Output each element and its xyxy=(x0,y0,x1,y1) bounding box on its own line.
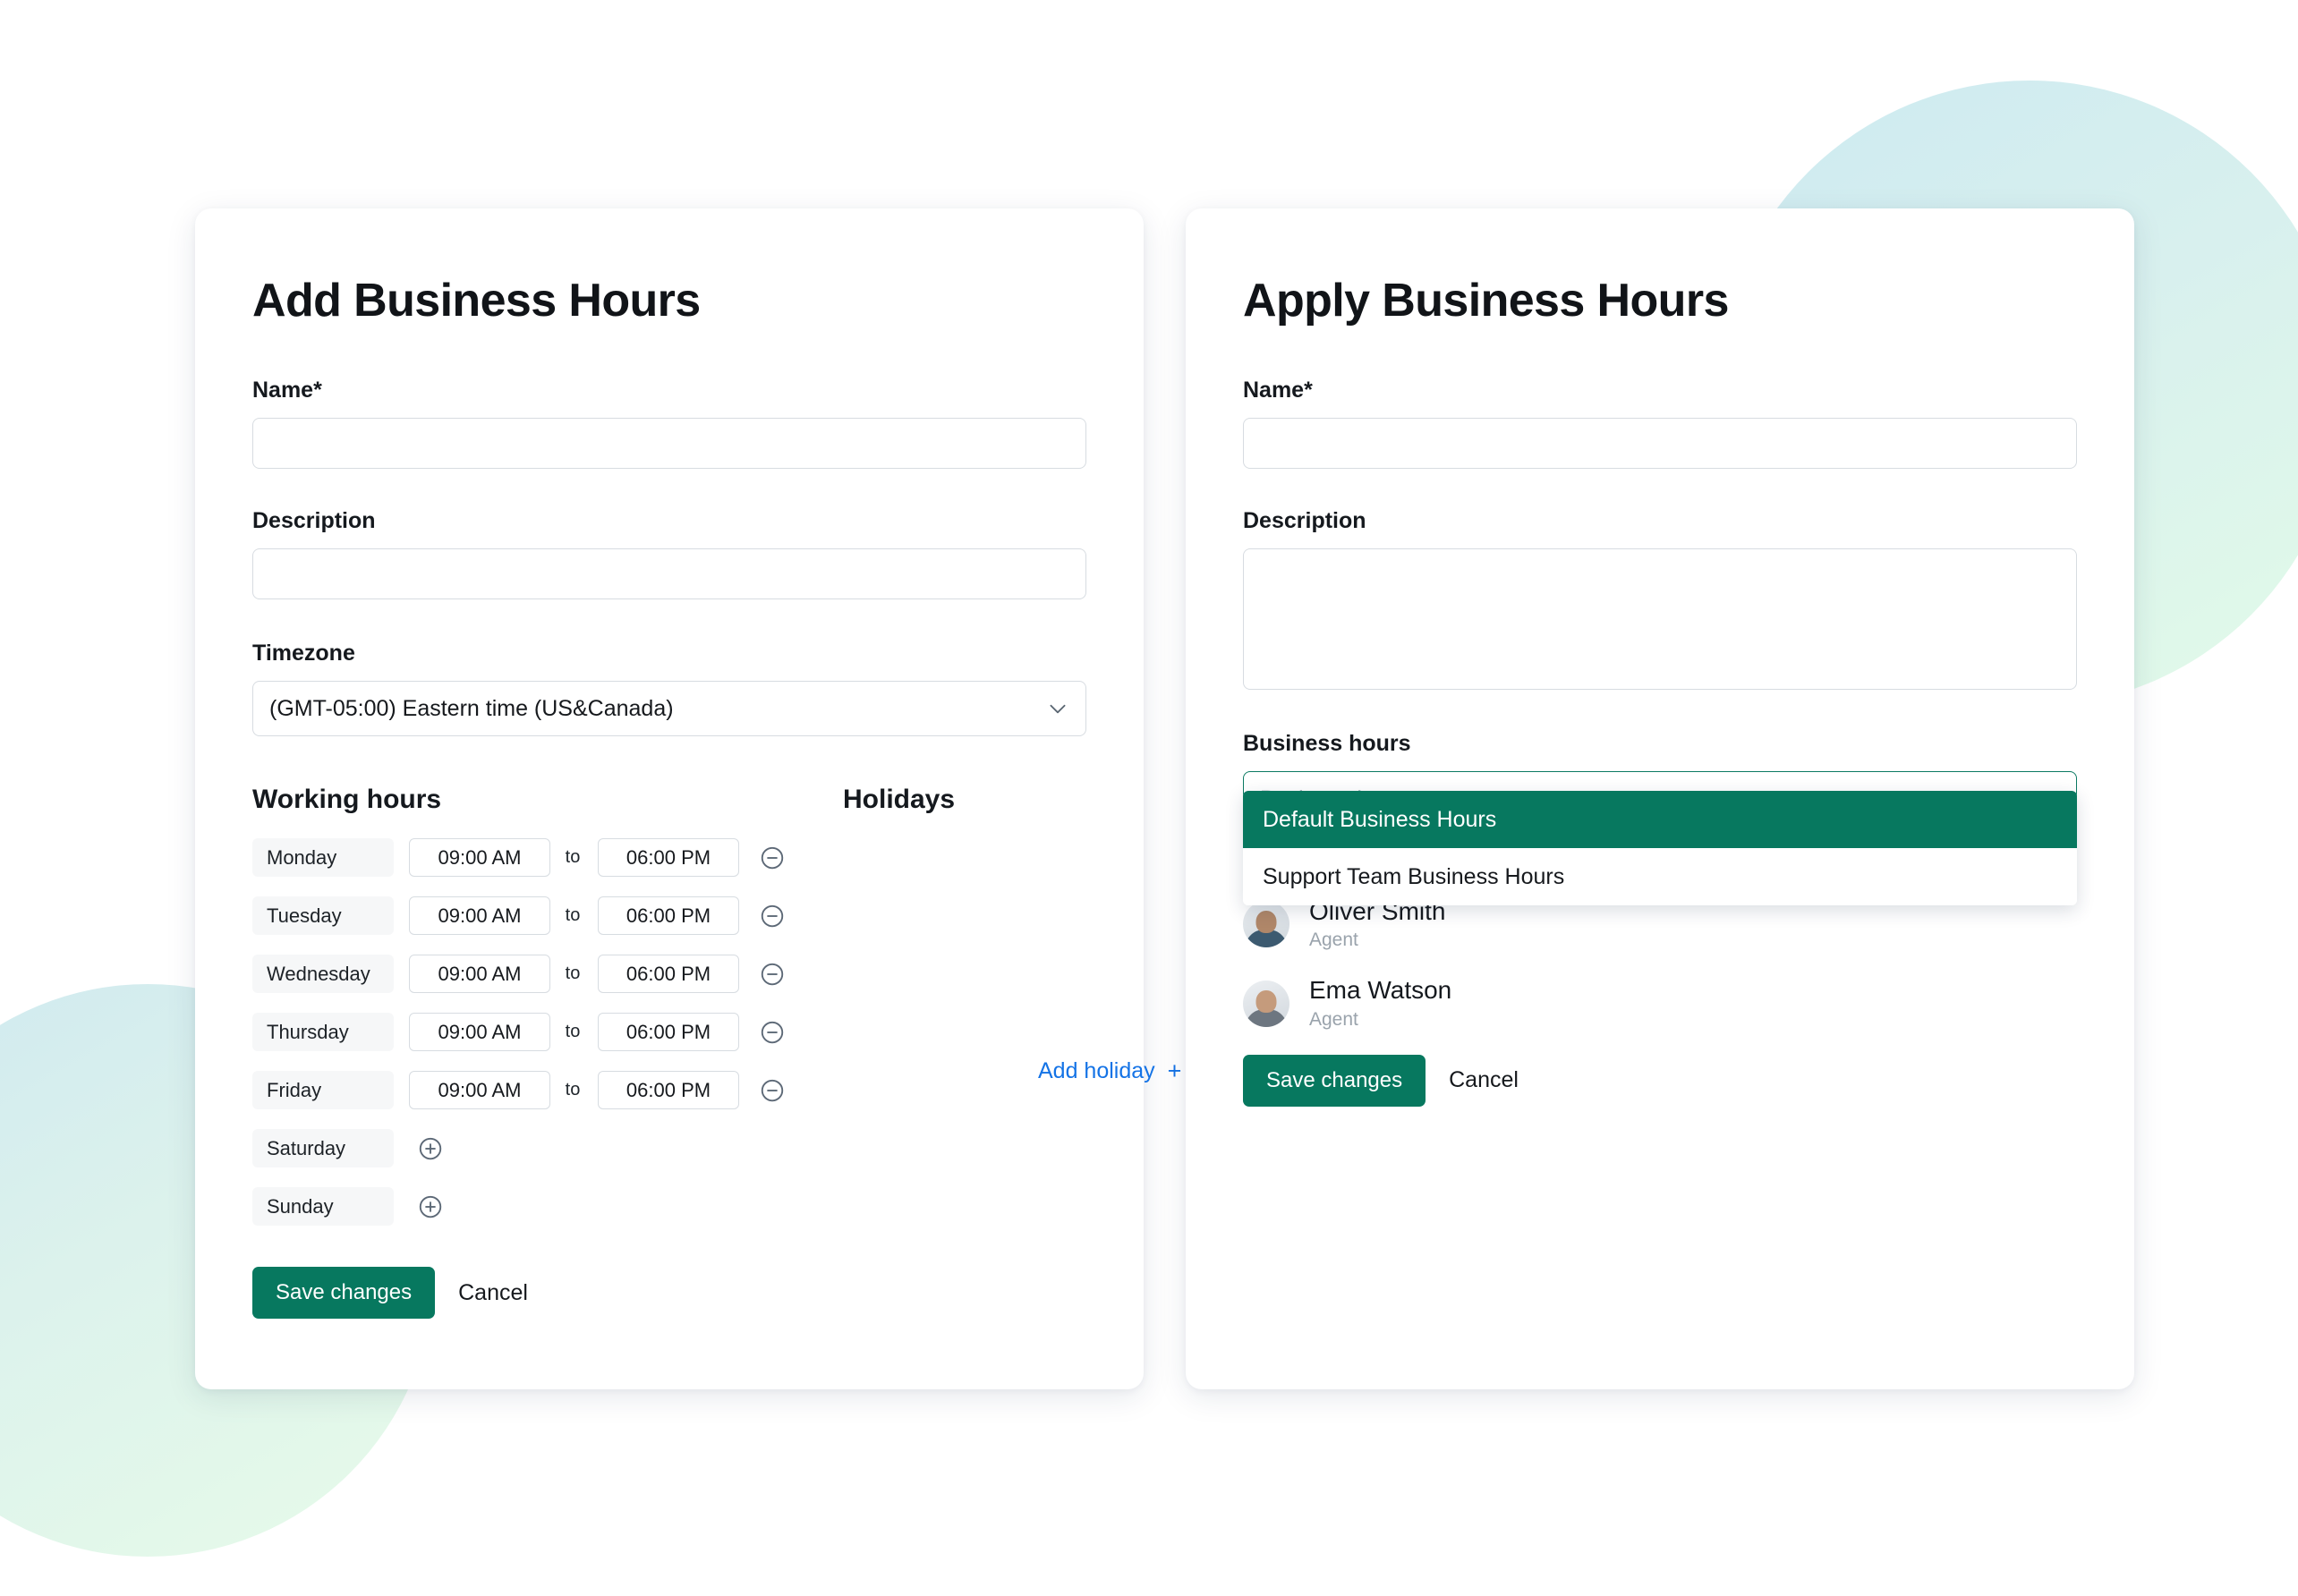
circle-plus-icon[interactable] xyxy=(417,1193,444,1220)
day-row: Sunday xyxy=(252,1187,1086,1227)
apply-name-field-group: Name* xyxy=(1243,378,2077,470)
timezone-label: Timezone xyxy=(252,641,355,666)
day-label: Friday xyxy=(252,1071,394,1110)
day-row: Wednesday 09:00 AM to 06:00 PM xyxy=(252,955,1086,994)
page-title-add: Add Business Hours xyxy=(252,275,701,327)
cancel-button[interactable]: Cancel xyxy=(451,1280,535,1306)
add-holiday-label: Add holiday xyxy=(1038,1058,1155,1083)
working-hours-day-list: Monday 09:00 AM to 06:00 PM Tuesday 09:0… xyxy=(252,838,1086,1227)
timezone-field-group: Timezone (GMT-05:00) Eastern time (US&Ca… xyxy=(252,641,1086,737)
business-hours-dropdown: Default Business Hours Support Team Busi… xyxy=(1243,791,2077,906)
day-label: Wednesday xyxy=(252,955,394,994)
business-hours-field-group: Business hours Business hours Default Bu… xyxy=(1243,731,2077,906)
avatar xyxy=(1243,901,1289,948)
circle-minus-icon[interactable] xyxy=(759,1077,786,1104)
holidays-heading: Holidays xyxy=(843,785,956,815)
page-title-apply: Apply Business Hours xyxy=(1243,275,1729,327)
end-time-input[interactable]: 06:00 PM xyxy=(598,896,739,936)
day-row: Friday 09:00 AM to 06:00 PM xyxy=(252,1071,1086,1110)
apply-name-input[interactable] xyxy=(1243,418,2077,470)
cancel-button[interactable]: Cancel xyxy=(1442,1067,1526,1093)
start-time-input[interactable]: 09:00 AM xyxy=(409,896,550,936)
day-label: Saturday xyxy=(252,1129,394,1168)
apply-description-field-group: Description xyxy=(1243,508,2077,691)
apply-card-actions: Save changes Cancel xyxy=(1243,1054,2077,1107)
business-hours-label: Business hours xyxy=(1243,731,1411,757)
add-business-hours-card: Add Business Hours Name* Description Tim… xyxy=(195,208,1181,1389)
chevron-down-icon xyxy=(1046,697,1069,720)
day-label: Thursday xyxy=(252,1013,394,1052)
circle-plus-icon[interactable] xyxy=(417,1135,444,1162)
day-row: Saturday xyxy=(252,1129,1086,1168)
circle-minus-icon[interactable] xyxy=(759,961,786,988)
name-label: Name* xyxy=(252,378,322,403)
save-button[interactable]: Save changes xyxy=(252,1267,436,1320)
time-separator: to xyxy=(565,1080,581,1100)
start-time-input[interactable]: 09:00 AM xyxy=(409,955,550,994)
list-item: Ema Watson Agent xyxy=(1243,975,2077,1031)
dropdown-option-support-team[interactable]: Support Team Business Hours xyxy=(1243,848,2077,906)
start-time-input[interactable]: 09:00 AM xyxy=(409,1013,550,1052)
save-button[interactable]: Save changes xyxy=(1243,1054,1426,1107)
end-time-input[interactable]: 06:00 PM xyxy=(598,1071,739,1110)
plus-icon: + xyxy=(1167,1057,1182,1084)
avatar xyxy=(1243,980,1289,1027)
time-separator: to xyxy=(565,905,581,926)
circle-minus-icon[interactable] xyxy=(759,845,786,871)
agent-list: Oliver Smith Agent Ema Watson Agent xyxy=(1243,896,2077,1031)
working-hours-header-row: Working hours Holidays xyxy=(252,785,1086,815)
start-time-input[interactable]: 09:00 AM xyxy=(409,1071,550,1110)
apply-name-label: Name* xyxy=(1243,378,1313,403)
day-label: Monday xyxy=(252,838,394,878)
apply-description-textarea[interactable] xyxy=(1243,548,2077,691)
time-separator: to xyxy=(565,964,581,984)
apply-business-hours-card: Apply Business Hours Name* Description B… xyxy=(1186,208,2134,1389)
add-holiday-link[interactable]: Add holiday + xyxy=(1038,1058,1181,1084)
description-field-group: Description xyxy=(252,508,1086,600)
circle-minus-icon[interactable] xyxy=(759,1019,786,1046)
dropdown-option-default[interactable]: Default Business Hours xyxy=(1243,791,2077,849)
apply-description-label: Description xyxy=(1243,508,1366,534)
day-label: Tuesday xyxy=(252,896,394,936)
timezone-select[interactable]: (GMT-05:00) Eastern time (US&Canada) xyxy=(252,681,1086,737)
day-row: Thursday 09:00 AM to 06:00 PM xyxy=(252,1013,1086,1052)
end-time-input[interactable]: 06:00 PM xyxy=(598,838,739,878)
working-hours-heading: Working hours xyxy=(252,785,442,815)
agent-role: Agent xyxy=(1309,930,1358,951)
timezone-selected-value: (GMT-05:00) Eastern time (US&Canada) xyxy=(269,695,674,721)
end-time-input[interactable]: 06:00 PM xyxy=(598,955,739,994)
circle-minus-icon[interactable] xyxy=(759,903,786,930)
description-label: Description xyxy=(252,508,376,534)
time-separator: to xyxy=(565,1022,581,1042)
day-row: Monday 09:00 AM to 06:00 PM xyxy=(252,838,1086,878)
day-row: Tuesday 09:00 AM to 06:00 PM xyxy=(252,896,1086,936)
agent-name: Ema Watson xyxy=(1309,976,1452,1005)
time-separator: to xyxy=(565,847,581,868)
name-input[interactable] xyxy=(252,418,1086,470)
description-input[interactable] xyxy=(252,548,1086,600)
end-time-input[interactable]: 06:00 PM xyxy=(598,1013,739,1052)
add-card-actions: Save changes Cancel xyxy=(252,1267,1086,1320)
day-label: Sunday xyxy=(252,1187,394,1227)
name-field-group: Name* xyxy=(252,378,1086,470)
page-root: Add Business Hours Name* Description Tim… xyxy=(0,0,2298,1596)
agent-role: Agent xyxy=(1309,1008,1358,1030)
start-time-input[interactable]: 09:00 AM xyxy=(409,838,550,878)
